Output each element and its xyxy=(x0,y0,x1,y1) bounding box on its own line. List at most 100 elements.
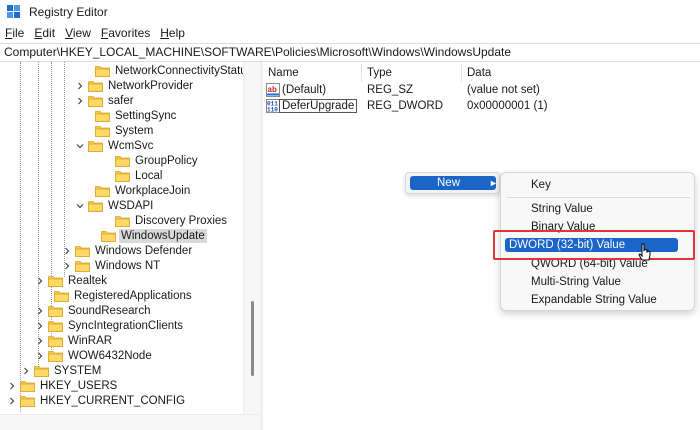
tree-horizontal-scrollbar[interactable] xyxy=(0,414,260,430)
tree-item-label: Local xyxy=(135,169,163,182)
menu-file[interactable]: File xyxy=(0,24,29,43)
chevron-right-icon[interactable] xyxy=(35,321,45,331)
registry-editor-icon xyxy=(7,5,20,18)
tree-item[interactable]: WOW6432Node xyxy=(35,348,154,363)
value-name-edit-box[interactable]: DeferUpgrade xyxy=(279,99,358,113)
submenu-item-key[interactable]: Key xyxy=(531,178,551,192)
tree-item-label: WorkplaceJoin xyxy=(115,184,191,197)
chevron-right-icon[interactable] xyxy=(62,246,72,256)
tree-item-label: Windows NT xyxy=(95,259,161,272)
tree-item[interactable]: WindowsUpdate xyxy=(101,228,207,243)
tree-item-label: WSDAPI xyxy=(108,199,154,212)
column-header-data[interactable]: Data xyxy=(467,65,491,81)
submenu-item-multi-string-value[interactable]: Multi-String Value xyxy=(531,275,621,289)
submenu-item-string-value[interactable]: String Value xyxy=(531,202,593,216)
folder-icon xyxy=(88,95,103,107)
tree-item-label: SoundResearch xyxy=(68,304,151,317)
tree-item[interactable]: SettingSync xyxy=(95,108,178,123)
tree-item-label: Realtek xyxy=(68,274,107,287)
tree-item[interactable]: WSDAPI xyxy=(75,198,155,213)
tree-item-label: WindowsUpdate xyxy=(119,228,207,243)
tree-item[interactable]: RegisteredApplications xyxy=(54,288,194,303)
tree-item[interactable]: WorkplaceJoin xyxy=(95,183,192,198)
value-row[interactable]: 011 110 DeferUpgrade REG_DWORD 0x0000000… xyxy=(263,98,700,114)
menu-favorites[interactable]: Favorites xyxy=(96,24,155,43)
tree-item[interactable]: SyncIntegrationClients xyxy=(35,318,185,333)
chevron-right-icon[interactable] xyxy=(35,276,45,286)
tree-item[interactable]: Windows Defender xyxy=(62,243,194,258)
chevron-right-icon[interactable] xyxy=(21,366,31,376)
value-type: REG_DWORD xyxy=(367,100,444,112)
tree-item[interactable]: safer xyxy=(75,93,136,108)
tree-item[interactable]: NetworkConnectivityStatusIr xyxy=(95,63,243,78)
folder-icon xyxy=(48,350,63,362)
address-bar[interactable]: Computer\HKEY_LOCAL_MACHINE\SOFTWARE\Pol… xyxy=(0,43,700,62)
tree-guide-line xyxy=(20,62,21,412)
folder-icon xyxy=(95,125,110,137)
tree-item[interactable]: Local xyxy=(115,168,165,183)
chevron-right-icon[interactable] xyxy=(7,396,17,406)
tree-item[interactable]: Windows NT xyxy=(62,258,162,273)
menu-bar: File Edit View Favorites Help xyxy=(0,24,700,43)
folder-icon xyxy=(34,365,49,377)
tree-item[interactable]: HKEY_CURRENT_CONFIG xyxy=(7,393,187,408)
tree-scroll-thumb[interactable] xyxy=(251,301,254,376)
folder-icon xyxy=(48,305,63,317)
submenu-separator xyxy=(507,197,690,198)
tree-item[interactable]: HKEY_USERS xyxy=(7,378,119,393)
column-separator[interactable] xyxy=(461,64,462,82)
tree-item-label: RegisteredApplications xyxy=(74,289,192,302)
value-type: REG_SZ xyxy=(367,84,414,96)
chevron-right-icon[interactable] xyxy=(7,381,17,391)
tree-item[interactable]: GroupPolicy xyxy=(115,153,200,168)
tree-item-label: Discovery Proxies xyxy=(135,214,228,227)
folder-icon xyxy=(115,215,130,227)
value-row[interactable]: ab (Default) REG_SZ (value not set) xyxy=(263,82,700,98)
folder-icon xyxy=(20,395,35,407)
title-bar: Registry Editor xyxy=(0,0,700,24)
folder-icon xyxy=(54,290,69,302)
menu-help[interactable]: Help xyxy=(155,24,190,43)
svg-text:110: 110 xyxy=(267,107,278,114)
tree-item-label: HKEY_CURRENT_CONFIG xyxy=(40,394,186,407)
binary-value-icon: 011 110 xyxy=(266,99,280,113)
folder-icon xyxy=(88,200,103,212)
chevron-right-icon[interactable] xyxy=(35,306,45,316)
tree-item[interactable]: Discovery Proxies xyxy=(115,213,229,228)
chevron-down-icon[interactable] xyxy=(75,201,85,211)
column-separator[interactable] xyxy=(361,64,362,82)
menu-edit[interactable]: Edit xyxy=(29,24,60,43)
tree-item[interactable]: SYSTEM xyxy=(21,363,103,378)
chevron-right-icon[interactable] xyxy=(62,261,72,271)
column-header-name[interactable]: Name xyxy=(268,65,299,81)
tree-item[interactable]: NetworkProvider xyxy=(75,78,195,93)
menu-view[interactable]: View xyxy=(60,24,96,43)
chevron-down-icon[interactable] xyxy=(75,141,85,151)
tree-item-label: WOW6432Node xyxy=(68,349,152,362)
svg-text:ab: ab xyxy=(268,85,277,94)
tree-item-label: Windows Defender xyxy=(95,244,193,257)
tree-item-label: GroupPolicy xyxy=(135,154,198,167)
folder-icon xyxy=(88,140,103,152)
folder-icon xyxy=(115,155,130,167)
tree-item[interactable]: Realtek xyxy=(35,273,109,288)
pointer-cursor-icon xyxy=(638,243,651,261)
chevron-right-icon[interactable] xyxy=(75,96,85,106)
tree-item-label: HKEY_USERS xyxy=(40,379,118,392)
chevron-right-icon[interactable] xyxy=(35,336,45,346)
folder-icon xyxy=(101,230,116,242)
submenu-item-expandable-string-value[interactable]: Expandable String Value xyxy=(531,293,657,307)
chevron-right-icon[interactable] xyxy=(35,351,45,361)
tree-item[interactable]: WcmSvc xyxy=(75,138,155,153)
tree-item[interactable]: System xyxy=(95,123,155,138)
tree-item[interactable]: SoundResearch xyxy=(35,303,152,318)
submenu-arrow-icon: ► xyxy=(489,178,498,188)
tree-item-label: safer xyxy=(108,94,134,107)
tree-vertical-scrollbar[interactable] xyxy=(243,62,260,414)
tree-item[interactable]: WinRAR xyxy=(35,333,114,348)
tree-item-label: WinRAR xyxy=(68,334,113,347)
chevron-right-icon[interactable] xyxy=(75,81,85,91)
context-menu-new[interactable]: New ► xyxy=(410,176,498,190)
annotation-highlight-box xyxy=(493,230,695,260)
column-header-type[interactable]: Type xyxy=(367,65,392,81)
